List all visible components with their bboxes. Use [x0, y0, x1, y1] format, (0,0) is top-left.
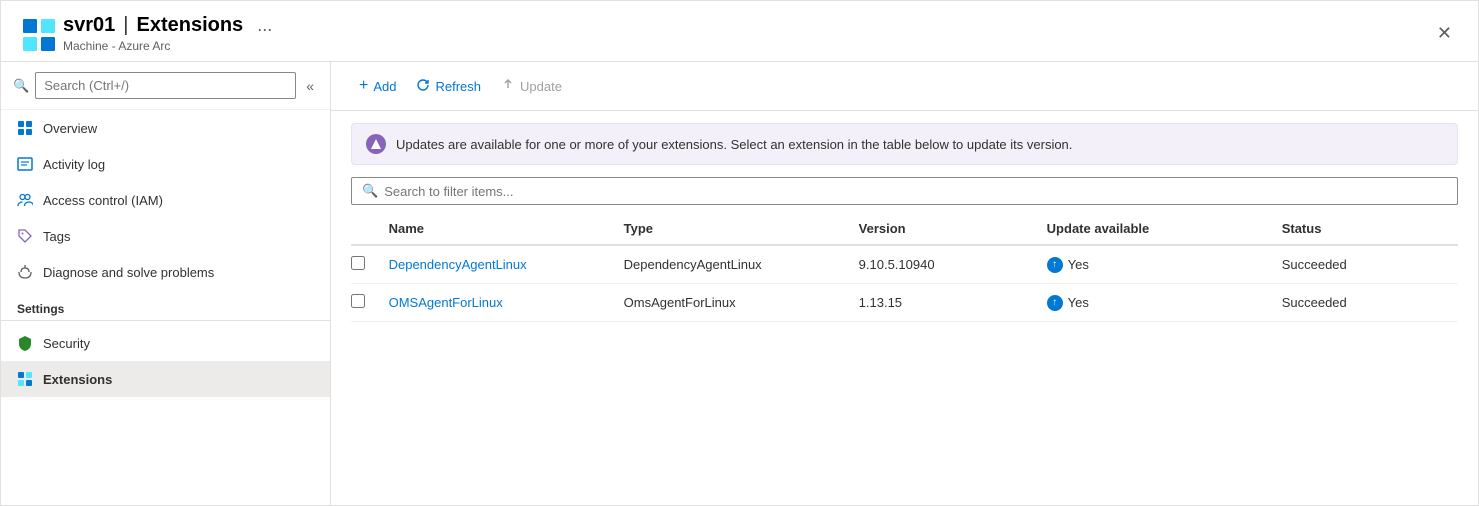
update-button[interactable]: Update	[493, 73, 570, 100]
sidebar-item-activity-log[interactable]: Activity log	[1, 146, 330, 182]
add-icon: +	[359, 77, 368, 95]
update-icon	[501, 78, 515, 95]
collapse-sidebar-button[interactable]: «	[302, 76, 318, 96]
search-input[interactable]	[35, 72, 296, 99]
row1-update-cell: ↑ Yes	[1047, 245, 1282, 284]
tags-icon	[17, 228, 33, 244]
sidebar-item-access-control[interactable]: Access control (IAM)	[1, 182, 330, 218]
header-title-group: svr01 | Extensions ... Machine - Azure A…	[63, 13, 278, 53]
sidebar-item-label: Access control (IAM)	[43, 193, 163, 208]
row2-update-icon: ↑	[1047, 295, 1063, 311]
filter-search-icon: 🔍	[362, 183, 378, 199]
table-header-row: Name Type Version Update available Statu…	[351, 213, 1458, 245]
row1-update-text: Yes	[1068, 257, 1089, 272]
sidebar-item-diagnose[interactable]: Diagnose and solve problems	[1, 254, 330, 290]
row2-name-cell: OMSAgentForLinux	[389, 284, 624, 322]
filter-input[interactable]	[384, 184, 1447, 199]
sidebar-item-label: Tags	[43, 229, 70, 244]
overview-icon	[17, 120, 33, 136]
row2-checkbox[interactable]	[351, 294, 365, 308]
notification-text: Updates are available for one or more of…	[396, 137, 1072, 152]
access-control-icon	[17, 192, 33, 208]
col-header-check	[351, 213, 389, 245]
security-icon	[17, 335, 33, 351]
header-left: svr01 | Extensions ... Machine - Azure A…	[21, 13, 278, 53]
row2-update-cell: ↑ Yes	[1047, 284, 1282, 322]
sidebar-item-label: Overview	[43, 121, 97, 136]
row1-version-cell: 9.10.5.10940	[859, 245, 1047, 284]
row1-type-cell: DependencyAgentLinux	[624, 245, 859, 284]
row2-update-badge: ↑ Yes	[1047, 295, 1270, 311]
activity-log-icon	[17, 156, 33, 172]
row1-name-cell: DependencyAgentLinux	[389, 245, 624, 284]
sidebar-item-overview[interactable]: Overview	[1, 110, 330, 146]
search-icon: 🔍	[13, 78, 29, 94]
extensions-icon	[17, 371, 33, 387]
refresh-icon	[416, 78, 430, 95]
header-subtitle: Machine - Azure Arc	[63, 39, 278, 53]
row1-update-badge: ↑ Yes	[1047, 257, 1270, 273]
settings-divider	[1, 320, 330, 321]
row2-status-cell: Succeeded	[1282, 284, 1458, 322]
sidebar-item-label: Activity log	[43, 157, 105, 172]
sidebar-item-security[interactable]: Security	[1, 325, 330, 361]
header: svr01 | Extensions ... Machine - Azure A…	[1, 1, 1478, 62]
sidebar-item-label: Security	[43, 336, 90, 351]
sidebar-item-extensions[interactable]: Extensions	[1, 361, 330, 397]
row2-name-link[interactable]: OMSAgentForLinux	[389, 295, 503, 310]
resource-icon	[21, 17, 53, 49]
row2-check-cell	[351, 284, 389, 322]
col-header-name: Name	[389, 213, 624, 245]
col-header-type: Type	[624, 213, 859, 245]
table-row: DependencyAgentLinux DependencyAgentLinu…	[351, 245, 1458, 284]
content-area: + Add Refresh Update	[331, 62, 1478, 505]
resource-name: svr01	[63, 14, 115, 37]
row1-checkbox[interactable]	[351, 256, 365, 270]
ellipsis-button[interactable]: ...	[251, 13, 278, 38]
notification-icon	[366, 134, 386, 154]
sidebar: 🔍 « Overview Activity log	[1, 62, 331, 505]
row1-status-cell: Succeeded	[1282, 245, 1458, 284]
col-header-update: Update available	[1047, 213, 1282, 245]
row2-version-cell: 1.13.15	[859, 284, 1047, 322]
col-header-status: Status	[1282, 213, 1458, 245]
refresh-button[interactable]: Refresh	[408, 73, 489, 100]
search-box: 🔍 «	[1, 62, 330, 110]
main-layout: 🔍 « Overview Activity log	[1, 62, 1478, 505]
toolbar: + Add Refresh Update	[331, 62, 1478, 111]
sidebar-item-label: Extensions	[43, 372, 112, 387]
extensions-table: Name Type Version Update available Statu…	[351, 213, 1458, 322]
sidebar-item-tags[interactable]: Tags	[1, 218, 330, 254]
table-container: Name Type Version Update available Statu…	[331, 213, 1478, 505]
add-button[interactable]: + Add	[351, 72, 404, 100]
diagnose-icon	[17, 264, 33, 280]
settings-section-header: Settings	[1, 290, 330, 320]
notification-bar: Updates are available for one or more of…	[351, 123, 1458, 165]
table-row: OMSAgentForLinux OmsAgentForLinux 1.13.1…	[351, 284, 1458, 322]
row2-update-text: Yes	[1068, 295, 1089, 310]
close-button[interactable]: ✕	[1431, 21, 1458, 46]
filter-bar: 🔍	[331, 177, 1478, 213]
row1-check-cell	[351, 245, 389, 284]
row1-name-link[interactable]: DependencyAgentLinux	[389, 257, 527, 272]
row1-update-icon: ↑	[1047, 257, 1063, 273]
header-title: svr01 | Extensions ...	[63, 13, 278, 38]
sidebar-item-label: Diagnose and solve problems	[43, 265, 214, 280]
sidebar-nav: Overview Activity log Access control (IA…	[1, 110, 330, 505]
col-header-version: Version	[859, 213, 1047, 245]
row2-type-cell: OmsAgentForLinux	[624, 284, 859, 322]
page-title: Extensions	[136, 14, 243, 37]
